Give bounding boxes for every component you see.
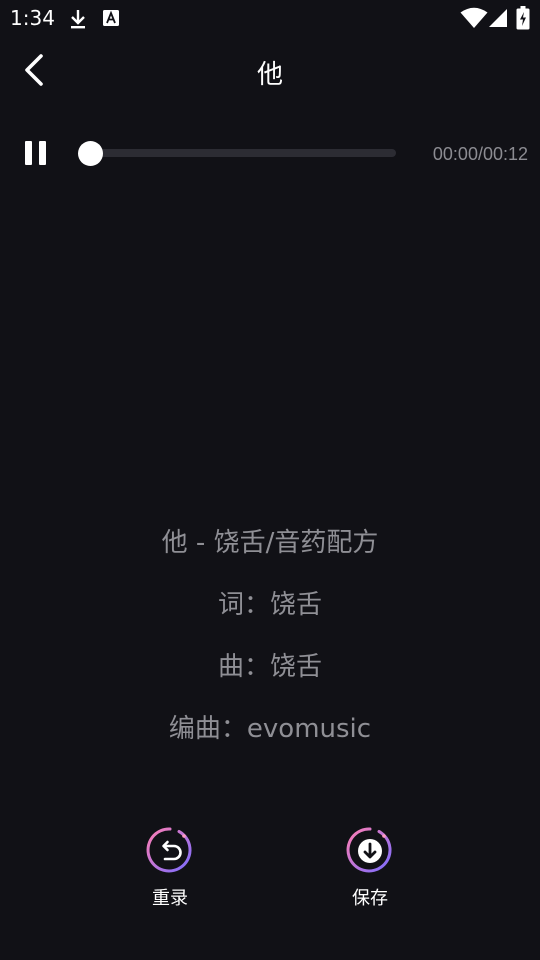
rerecord-button[interactable]: 重录 (120, 826, 220, 918)
save-label: 保存 (352, 888, 388, 909)
status-time: 1:34 (10, 6, 55, 30)
status-bar: 1:34 (0, 0, 540, 36)
pause-button[interactable] (18, 136, 52, 170)
lyric-fade-overlay (0, 750, 540, 780)
header: 他 (0, 40, 540, 104)
undo-icon (146, 826, 194, 874)
page-title: 他 (256, 60, 283, 90)
audio-player: 00:00/00:12 (0, 128, 540, 180)
progress-thumb[interactable] (78, 141, 103, 166)
download-icon (68, 8, 88, 34)
time-readout: 00:00/00:12 (432, 144, 528, 164)
lyrics-panel: 他 - 饶舌/音药配方 词：饶舌 曲：饶舌 编曲：evomusic (0, 512, 540, 780)
pause-icon (21, 141, 49, 165)
a-badge-icon (102, 9, 120, 31)
lyric-line: 他 - 饶舌/音药配方 (161, 528, 379, 558)
screen: 1:34 他 00:00/00:12 他 - 饶舌/音药配方 词：饶舌 曲：饶舌… (0, 0, 540, 960)
lyric-line: 词：饶舌 (217, 590, 322, 620)
lyric-line: 曲：饶舌 (217, 652, 322, 682)
bottom-actions: 重录 保存 (0, 826, 540, 926)
progress-track[interactable] (84, 149, 396, 157)
rerecord-label: 重录 (152, 888, 188, 909)
signal-icon (488, 8, 508, 32)
battery-charging-icon (516, 6, 530, 34)
download-arrow-icon (346, 826, 394, 874)
wifi-icon (460, 7, 488, 33)
save-button[interactable]: 保存 (320, 826, 420, 918)
